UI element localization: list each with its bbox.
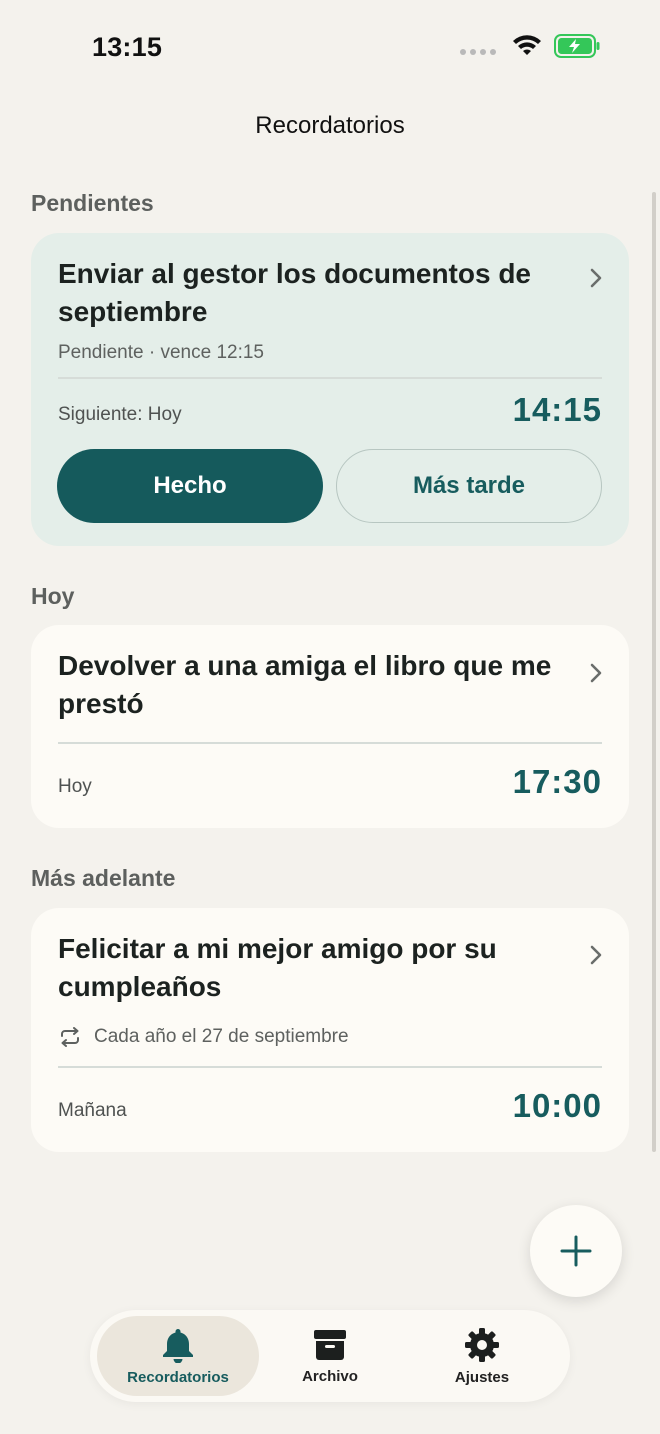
chevron-right-icon bbox=[590, 663, 602, 683]
chevron-right-icon bbox=[590, 268, 602, 288]
reminders-screen: 13:15 Recordatorios Pendientes Enviar al… bbox=[0, 0, 660, 1434]
tab-label: Recordatorios bbox=[127, 1368, 229, 1386]
repeat-rule: Cada año el 27 de septiembre bbox=[94, 1026, 349, 1047]
repeat-icon bbox=[61, 1027, 79, 1047]
plus-icon bbox=[560, 1235, 592, 1267]
page-title: Recordatorios bbox=[255, 112, 405, 139]
status-time: 13:15 bbox=[92, 32, 163, 62]
later-reminder-card[interactable]: Felicitar a mi mejor amigo por su cumple… bbox=[31, 908, 629, 1152]
reminder-title: Felicitar a mi mejor amigo por su cumple… bbox=[58, 933, 497, 1002]
divider bbox=[58, 1066, 602, 1068]
status-icons bbox=[460, 34, 600, 58]
section-today-label: Hoy bbox=[31, 583, 75, 609]
chevron-right-icon bbox=[590, 945, 602, 965]
scrollbar[interactable] bbox=[652, 192, 656, 1152]
today-reminder-card[interactable]: Devolver a una amiga el libro que me pre… bbox=[31, 625, 629, 828]
reminder-time: 10:00 bbox=[512, 1087, 602, 1124]
section-later-label: Más adelante bbox=[31, 865, 176, 891]
signal-icon bbox=[460, 49, 496, 55]
reminder-title: Devolver a una amiga el libro que me pre… bbox=[58, 650, 552, 719]
divider bbox=[58, 377, 602, 379]
reminder-status: Pendiente · vence 12:15 bbox=[58, 342, 264, 363]
archive-box-icon bbox=[314, 1329, 346, 1360]
snooze-button[interactable]: Más tarde bbox=[336, 449, 602, 523]
battery-icon bbox=[554, 34, 600, 58]
tab-label: Ajustes bbox=[454, 1368, 510, 1386]
tab-settings[interactable]: Ajustes bbox=[401, 1316, 563, 1396]
gear-icon bbox=[465, 1327, 499, 1362]
pending-reminder-card[interactable]: Enviar al gestor los documentos de septi… bbox=[31, 233, 629, 546]
reminder-time: 17:30 bbox=[512, 763, 602, 800]
bell-icon bbox=[163, 1328, 193, 1363]
repeat-row: Cada año el 27 de septiembre bbox=[58, 1026, 349, 1048]
tab-reminders[interactable]: Recordatorios bbox=[97, 1316, 259, 1396]
done-button[interactable]: Hecho bbox=[57, 449, 323, 523]
next-occurrence-label: Siguiente: Hoy bbox=[58, 404, 182, 425]
reminder-date-label: Hoy bbox=[58, 776, 92, 797]
add-reminder-button[interactable] bbox=[530, 1205, 622, 1297]
reminder-time: 14:15 bbox=[512, 391, 602, 428]
reminder-title: Enviar al gestor los documentos de septi… bbox=[58, 258, 532, 327]
divider bbox=[58, 742, 602, 744]
bottom-tab-bar: Recordatorios Archivo Ajustes bbox=[90, 1310, 570, 1402]
reminder-date-label: Mañana bbox=[58, 1100, 127, 1121]
wifi-icon bbox=[513, 35, 541, 55]
tab-archive[interactable]: Archivo bbox=[249, 1316, 411, 1396]
tab-label: Archivo bbox=[302, 1367, 358, 1385]
section-pending-label: Pendientes bbox=[31, 190, 154, 216]
